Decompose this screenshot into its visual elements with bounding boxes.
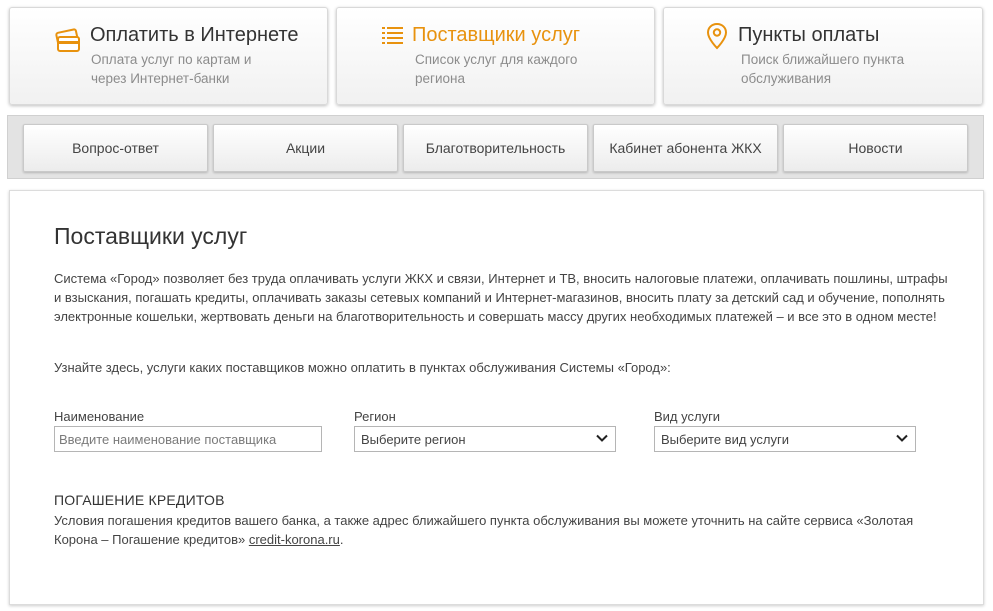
region-label: Регион: [354, 409, 396, 424]
intro-paragraph: Система «Город» позволяет без труда опла…: [54, 271, 948, 324]
service-providers-title: Поставщики услуг: [412, 24, 581, 46]
payment-points-subtitle: Поиск ближайшего пункта обслуживания: [741, 52, 905, 86]
region-select[interactable]: Выберите регион: [354, 426, 616, 452]
payment-points-card[interactable]: Пункты оплаты Поиск ближайшего пункта об…: [663, 7, 983, 105]
credit-section-text: Условия погашения кредитов вашего банка,…: [54, 511, 959, 549]
payment-points-title: Пункты оплаты: [738, 24, 880, 46]
service-type-label: Вид услуги: [654, 409, 721, 424]
nav-subscriber-cabinet-button[interactable]: Кабинет абонента ЖКХ: [593, 124, 778, 172]
provider-name-input[interactable]: [54, 426, 322, 452]
nav-promotions-button[interactable]: Акции: [213, 124, 398, 172]
pay-online-card[interactable]: Оплатить в Интернете Оплата услуг по кар…: [9, 7, 328, 105]
region-select-value: Выберите регион: [361, 431, 466, 447]
map-pin-icon: [706, 22, 728, 55]
name-label: Наименование: [54, 409, 145, 424]
content-panel: Поставщики услуг Система «Город» позволя…: [9, 190, 984, 605]
service-type-select-value: Выберите вид услуги: [661, 431, 789, 447]
secondary-nav: Вопрос-ответ Акции Благотворительность К…: [7, 115, 984, 179]
service-providers-subtitle: Список услуг для каждого региона: [415, 52, 578, 86]
pay-online-subtitle: Оплата услуг по картам и через Интернет-…: [91, 52, 252, 86]
nav-faq-button[interactable]: Вопрос-ответ: [23, 124, 208, 172]
page-title: Поставщики услуг: [54, 223, 248, 249]
credit-section-title: ПОГАШЕНИЕ КРЕДИТОВ: [54, 492, 225, 508]
credit-korona-link[interactable]: credit-korona.ru: [249, 532, 340, 547]
chevron-down-icon: [595, 431, 609, 448]
service-providers-card[interactable]: Поставщики услуг Список услуг для каждог…: [336, 7, 655, 105]
nav-charity-button[interactable]: Благотворительность: [403, 124, 588, 172]
list-icon: [382, 26, 404, 51]
chevron-down-icon: [895, 431, 909, 448]
pay-online-title: Оплатить в Интернете: [90, 24, 299, 46]
service-type-select[interactable]: Выберите вид услуги: [654, 426, 916, 452]
nav-news-button[interactable]: Новости: [783, 124, 968, 172]
card-icon: [54, 28, 82, 59]
credit-text-end: .: [339, 532, 344, 547]
lookup-instruction: Узнайте здесь, услуги каких поставщиков …: [54, 360, 671, 375]
credit-text-body: Условия погашения кредитов вашего банка,…: [54, 513, 914, 547]
